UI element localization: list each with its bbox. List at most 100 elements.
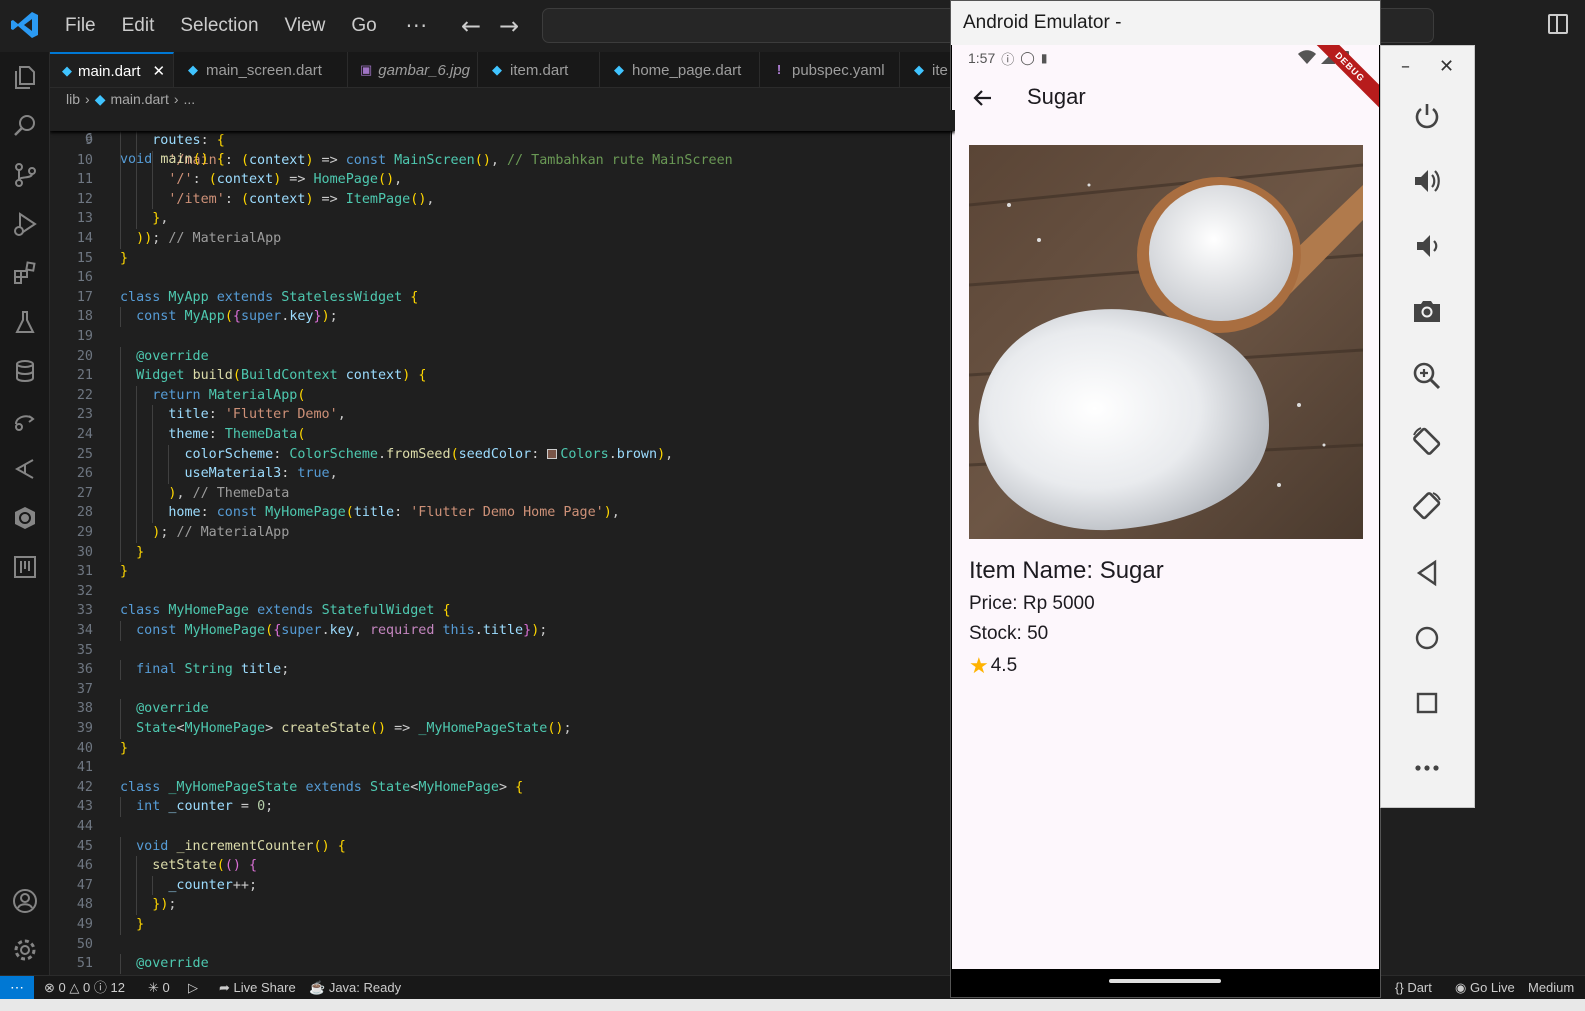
volume-up-icon[interactable] [1411,165,1443,197]
tab-home-page-dart[interactable]: ◆ home_page.dart [600,52,760,87]
emulator-title[interactable]: Android Emulator - Medium_Phone_API_35:5… [951,1,1380,77]
code-line[interactable]: 36 final String title; [50,660,955,680]
close-icon[interactable]: ✕ [1439,56,1454,77]
settings-gear-icon[interactable] [11,936,39,964]
code-line[interactable]: 30 } [50,542,955,563]
ports-status[interactable]: ✳ 0 [148,976,170,999]
code-line[interactable]: 19 [50,327,955,347]
tab-item-page-dart[interactable]: ◆ ite [900,52,955,87]
minimize-icon[interactable]: – [1401,56,1410,77]
menu-file[interactable]: File [52,0,109,52]
code-line[interactable]: 23 title: 'Flutter Demo', [50,405,955,425]
home-icon[interactable] [1411,622,1443,654]
code-line[interactable]: 17 class MyApp extends StatelessWidget { [50,288,955,308]
code-editor[interactable]: 6 void main() { 9 routes: {10 '/main': (… [50,110,955,975]
forward-arrow-icon[interactable]: → [499,12,519,40]
database-icon[interactable] [11,357,39,385]
code-line[interactable]: 22 return MaterialApp( [50,385,955,406]
code-line[interactable]: 25 colorScheme: ColorScheme.fromSeed(see… [50,444,955,465]
code-line[interactable]: 38 @override [50,699,955,719]
live-share-status[interactable]: ➦ Live Share [219,976,296,999]
code-line[interactable]: 16 [50,268,955,288]
menu-more-button[interactable]: ··· [390,14,444,38]
code-line[interactable]: 50 [50,935,955,955]
overview-icon[interactable] [1411,687,1443,719]
code-line[interactable]: 20 @override [50,346,955,367]
problems-status[interactable]: ⊗ 0 △ 0 ⓘ 12 [44,976,125,999]
close-icon[interactable]: ✕ [153,62,166,80]
code-line[interactable]: 35 [50,641,955,661]
code-line[interactable]: 34 const MyHomePage({super.key, required… [50,621,955,641]
back-arrow-icon[interactable] [969,84,997,112]
java-status[interactable]: ☕ Java: Ready [309,976,401,999]
code-line[interactable]: 44 [50,817,955,837]
breadcrumb-symbol[interactable]: ... [184,91,196,107]
sticky-scroll-line[interactable]: 6 void main() { [50,110,955,167]
menu-go[interactable]: Go [338,0,389,52]
code-line[interactable]: 31} [50,562,955,582]
device-status[interactable]: Medium [1528,976,1574,999]
code-line[interactable]: 46 setState(() { [50,856,955,876]
code-line[interactable]: 45 void _incrementCounter() { [50,836,955,857]
explorer-icon[interactable] [11,63,39,91]
code-line[interactable]: 39 State<MyHomePage> createState() => _M… [50,719,955,739]
menu-view[interactable]: View [272,0,339,52]
accounts-icon[interactable] [11,887,39,915]
code-line[interactable]: 9 routes: { [50,131,955,151]
code-line[interactable]: 28 home: const MyHomePage(title: 'Flutte… [50,503,955,523]
code-line[interactable]: 43 int _counter = 0; [50,797,955,817]
zoom-icon[interactable] [1411,360,1443,392]
layout-toggle-icon[interactable] [1548,14,1568,34]
color-swatch[interactable] [547,448,558,459]
back-arrow-icon[interactable]: ← [461,12,481,40]
code-line[interactable]: 29 ); // MaterialApp [50,523,955,543]
code-line[interactable]: 14 )); // MaterialApp [50,229,955,249]
gesture-nav-handle[interactable] [1109,979,1221,983]
live-share-icon[interactable] [11,455,39,483]
code-line[interactable]: 33 class MyHomePage extends StatefulWidge… [50,601,955,621]
code-line[interactable]: 26 useMaterial3: true, [50,464,955,484]
tab-main-dart[interactable]: ◆ main.dart ✕ [50,52,174,87]
volume-down-icon[interactable] [1411,230,1443,262]
source-control-icon[interactable] [11,161,39,189]
more-icon[interactable] [1411,752,1443,784]
language-status[interactable]: {} Dart [1395,976,1432,999]
phone-screen[interactable]: 1:57 ⓘ ◯ ▮ DEBUG Sugar Item Name: Sugar … [952,45,1379,969]
code-line[interactable]: 48 }); [50,895,955,915]
extensions-icon[interactable] [11,259,39,287]
go-live-status[interactable]: ◉ Go Live [1455,976,1515,999]
menu-edit[interactable]: Edit [109,0,168,52]
rotate-left-icon[interactable] [1411,425,1443,457]
code-line[interactable]: 49 } [50,915,955,935]
testing-flask-icon[interactable] [11,308,39,336]
code-line[interactable]: 37 [50,680,955,700]
rotate-right-icon[interactable] [1411,490,1443,522]
code-line[interactable]: 27 ), // ThemeData [50,483,955,504]
code-line[interactable]: 32 [50,582,955,602]
code-line[interactable]: 11 '/': (context) => HomePage(), [50,170,955,190]
run-icon[interactable]: ▷ [188,976,198,999]
breadcrumb-file[interactable]: main.dart [110,91,168,107]
code-line[interactable]: 18 const MyApp({super.key}); [50,307,955,327]
code-line[interactable]: 41 [50,758,955,778]
code-line[interactable]: 21 Widget build(BuildContext context) { [50,366,955,386]
tab-item-dart[interactable]: ◆ item.dart [478,52,600,87]
power-icon[interactable] [1411,100,1443,132]
code-line[interactable]: 12 '/item': (context) => ItemPage(), [50,189,955,210]
run-debug-icon[interactable] [11,210,39,238]
menu-selection[interactable]: Selection [167,0,271,52]
back-icon[interactable] [1411,557,1443,589]
code-line[interactable]: 42 class _MyHomePageState extends State<M… [50,778,955,798]
remote-explorer-icon[interactable] [11,406,39,434]
project-board-icon[interactable] [11,553,39,581]
tab-pubspec-yaml[interactable]: ! pubspec.yaml [760,52,900,87]
code-line[interactable]: 40} [50,739,955,759]
tab-main-screen-dart[interactable]: ◆ main_screen.dart [174,52,348,87]
code-line[interactable]: 47 _counter++; [50,875,955,896]
breadcrumb-folder[interactable]: lib [66,91,80,107]
tab-gambar-jpg[interactable]: ▣ gambar_6.jpg [348,52,478,87]
kubernetes-icon[interactable] [11,504,39,532]
code-line[interactable]: 24 theme: ThemeData( [50,425,955,445]
code-line[interactable]: 13 }, [50,209,955,229]
camera-icon[interactable] [1411,295,1443,327]
